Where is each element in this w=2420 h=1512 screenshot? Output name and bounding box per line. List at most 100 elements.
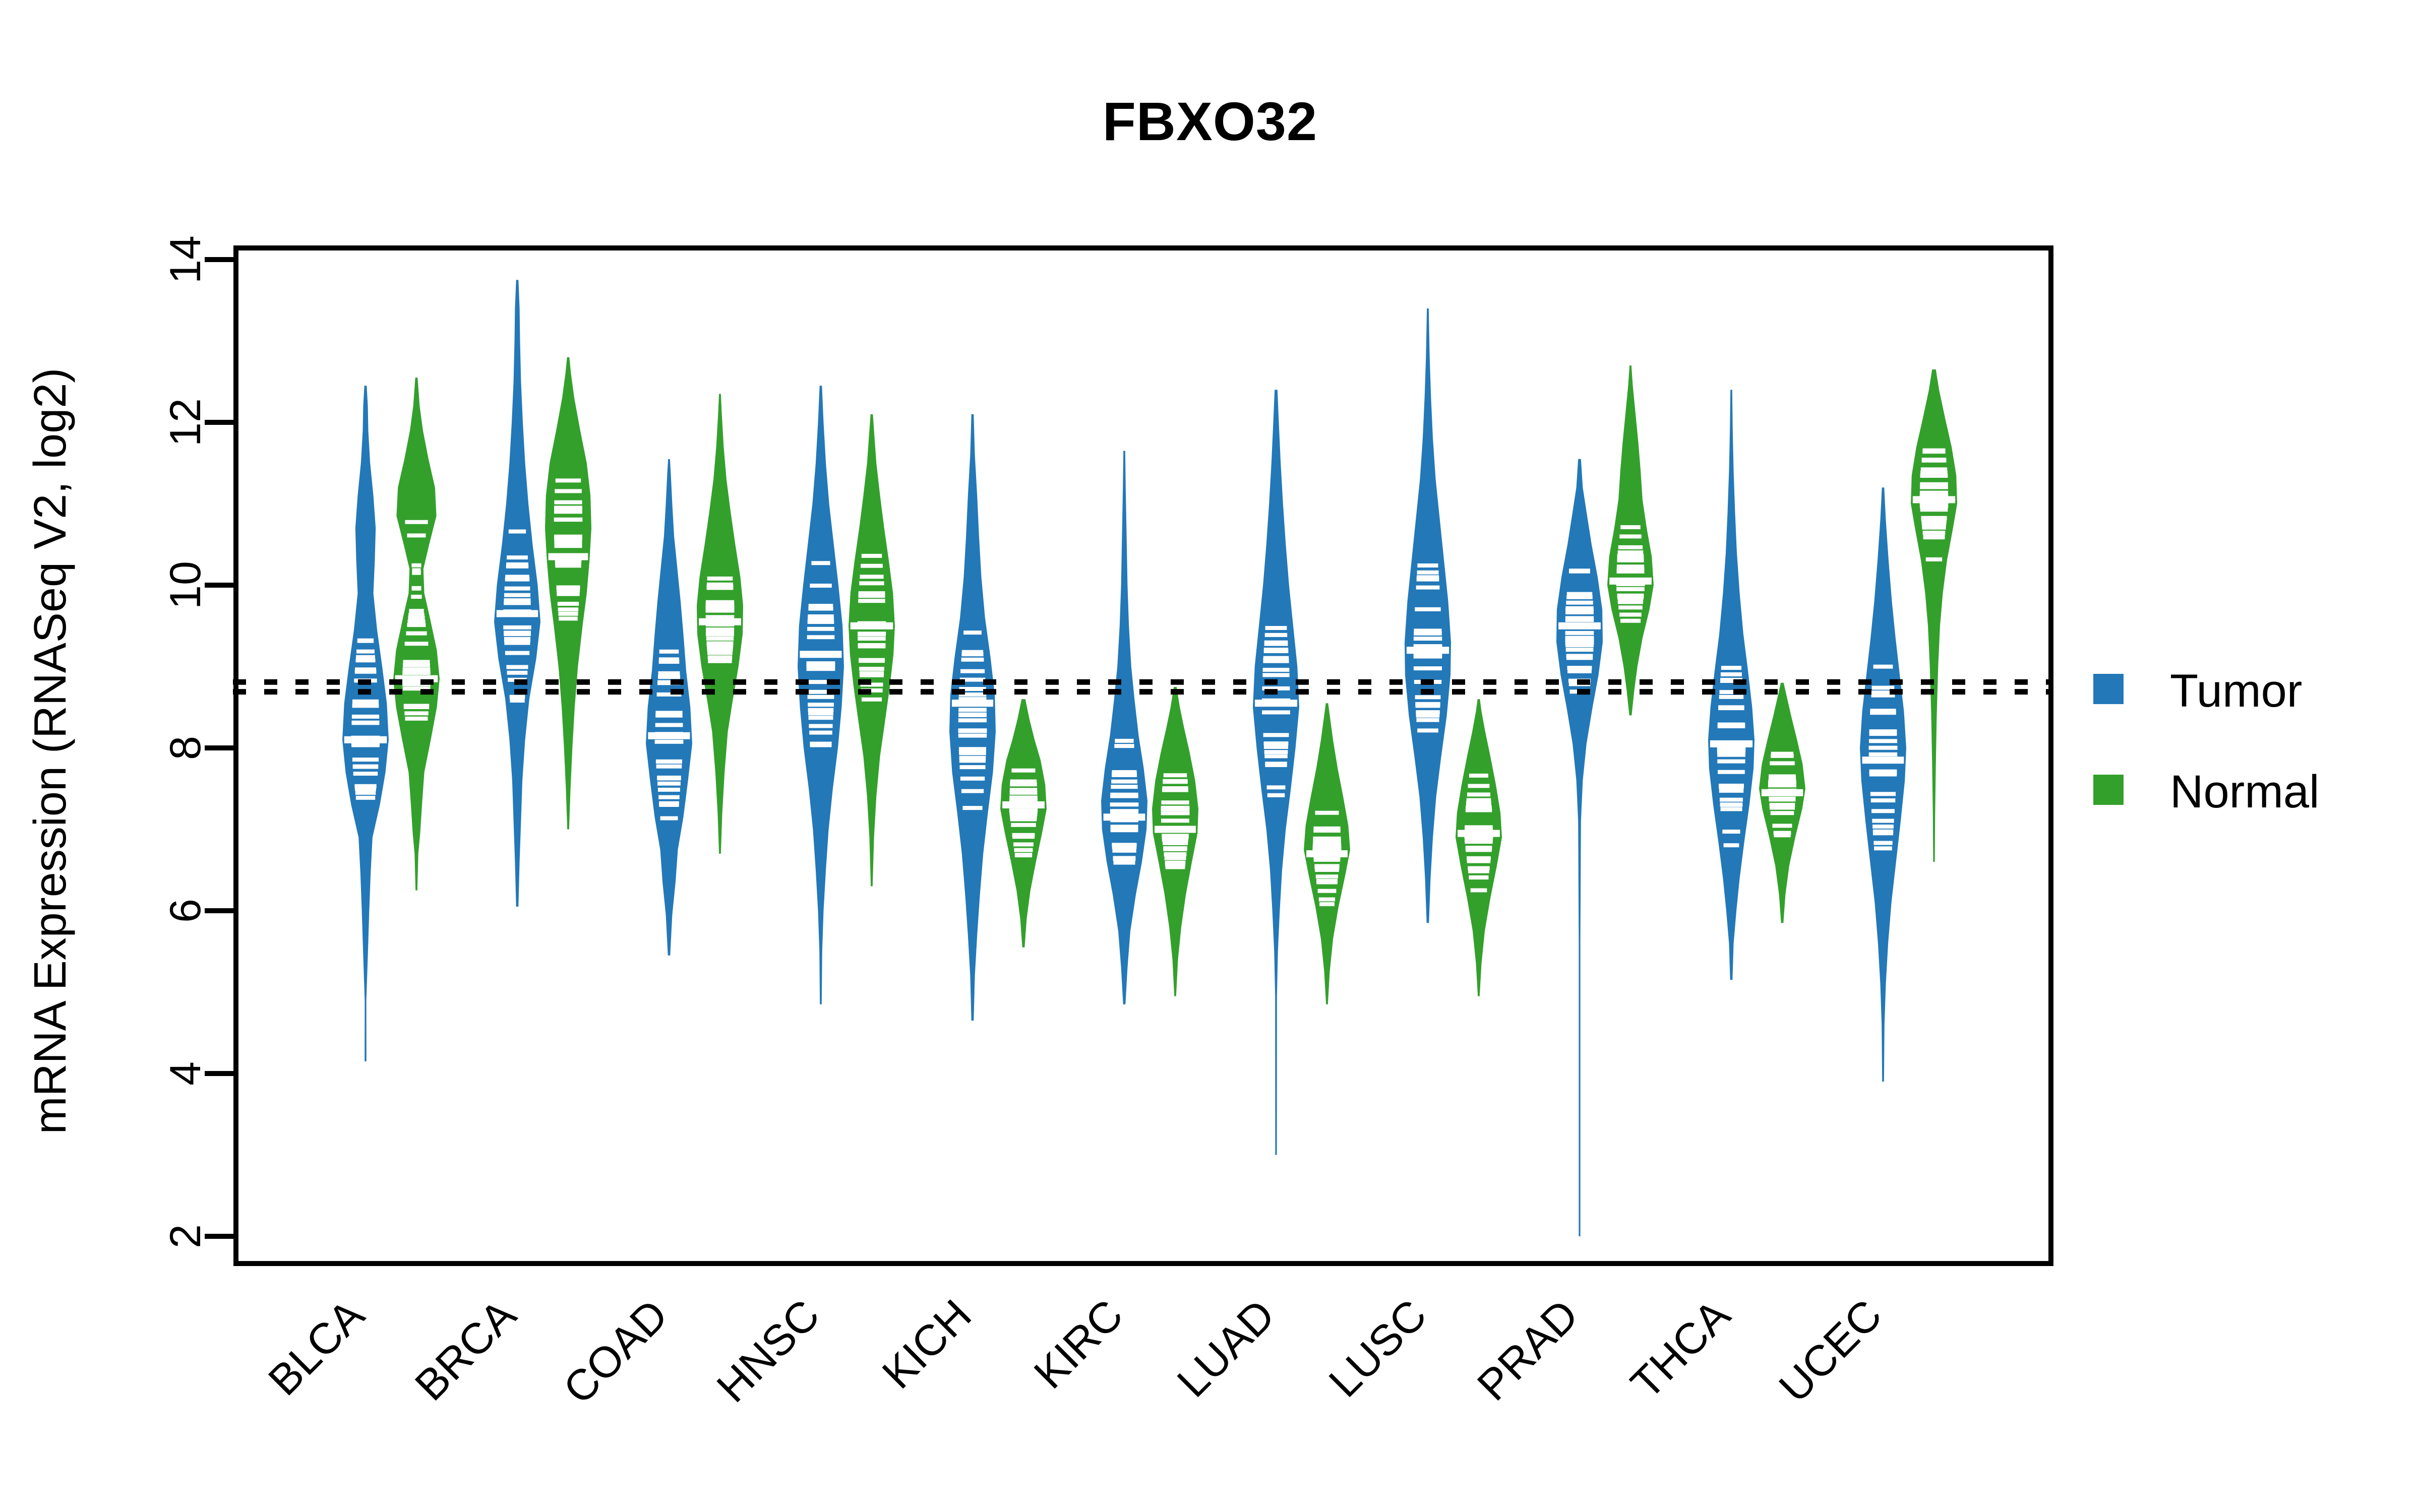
observation-strip	[1110, 828, 1138, 833]
legend-swatch-normal	[2093, 775, 2124, 805]
y-tick-label: 12	[161, 398, 210, 447]
observation-strip	[958, 733, 987, 738]
violin-luad-tumor	[1253, 390, 1299, 1155]
observation-strip	[1010, 815, 1037, 820]
observation-strip	[402, 671, 431, 675]
observation-strip	[658, 660, 680, 664]
observation-strip	[655, 723, 683, 727]
median-marker-luad	[1255, 700, 1297, 707]
violin-plot: 14 12 10 8 6 4 2 BLCA BRCA COAD HNSC KICH KIRC LUAD L…	[161, 235, 2319, 1413]
observation-strip	[352, 758, 379, 762]
observation-strip	[1618, 605, 1643, 610]
observation-strip	[1566, 600, 1593, 605]
observation-strip	[807, 626, 834, 631]
observation-strip	[351, 714, 380, 719]
observation-strip	[403, 660, 430, 664]
observation-strip	[707, 647, 733, 652]
observation-strip	[1417, 563, 1438, 568]
observation-strip	[958, 712, 987, 717]
observation-strip	[1009, 788, 1038, 792]
observation-strip	[658, 671, 680, 675]
observation-strip	[404, 642, 429, 646]
observation-strip	[806, 663, 835, 668]
violin-ucec-normal	[1911, 369, 1957, 862]
observation-strip	[1873, 841, 1893, 845]
observation-strip	[858, 592, 885, 596]
median-marker-thca	[1710, 740, 1753, 747]
observation-strip	[1871, 809, 1895, 813]
observation-strip	[1013, 842, 1034, 847]
observation-strip	[1265, 626, 1287, 630]
violin-kich-tumor	[949, 414, 996, 1021]
observation-strip	[1413, 654, 1442, 659]
observation-strip	[505, 651, 530, 655]
observation-strip	[1262, 668, 1290, 672]
observation-strip	[1769, 774, 1796, 779]
observation-strip	[559, 616, 578, 621]
observation-strip	[1569, 569, 1590, 573]
observation-strip	[1617, 564, 1645, 569]
observation-strip	[1416, 585, 1440, 590]
observation-strip	[555, 489, 582, 493]
observation-strip	[355, 791, 376, 795]
observation-strip	[1266, 785, 1286, 790]
observation-strip	[1264, 633, 1288, 637]
observation-strip	[1415, 607, 1441, 611]
y-axis-ticks: 14 12 10 8 6 4 2	[161, 235, 236, 1248]
observation-strip	[1719, 695, 1744, 699]
observation-strip	[1869, 739, 1897, 743]
observation-strip	[556, 585, 580, 590]
observation-strip	[658, 675, 680, 679]
observation-strip	[1768, 780, 1796, 785]
observation-strip	[858, 599, 885, 603]
observation-strip	[1317, 889, 1337, 893]
observation-strip	[1717, 724, 1745, 728]
observation-strip	[1263, 733, 1289, 737]
observation-strip	[1263, 741, 1289, 746]
observation-strip	[706, 643, 734, 647]
observation-strip	[1162, 786, 1188, 790]
observation-strip	[1465, 846, 1492, 851]
observation-strip	[808, 708, 834, 712]
observation-strip	[509, 695, 525, 699]
observation-strip	[1565, 610, 1594, 614]
observation-strip	[1264, 750, 1288, 754]
observation-strip	[1110, 792, 1138, 797]
observation-strip	[655, 759, 682, 764]
observation-strip	[353, 772, 378, 776]
observation-strip	[555, 563, 581, 568]
chart-canvas: FBXO32 mRNA Expression (RNASeq V2, log2)…	[0, 0, 2420, 1512]
observation-strip	[1264, 642, 1288, 646]
observation-strip	[861, 697, 882, 702]
legend[interactable]: Tumor Normal	[2093, 665, 2319, 817]
observation-strip	[357, 639, 374, 643]
observation-strip	[1769, 803, 1795, 808]
observation-strip	[1720, 802, 1743, 807]
observation-strip	[1565, 641, 1594, 645]
observation-strip	[1112, 845, 1137, 849]
legend-label-normal: Normal	[2170, 766, 2319, 817]
observation-strip	[508, 529, 526, 534]
observation-strip	[558, 611, 578, 616]
median-marker-lusc	[1406, 647, 1449, 654]
observation-strip	[1413, 666, 1442, 671]
observation-strip	[1465, 825, 1493, 830]
observation-strip	[354, 784, 377, 788]
observation-strip	[1011, 823, 1036, 827]
median-marker-coad	[699, 618, 741, 625]
observation-strip	[1717, 759, 1745, 764]
observation-strip	[557, 602, 579, 606]
observation-strip	[1111, 785, 1138, 789]
median-marker-lusc	[1458, 830, 1500, 837]
observation-strip	[1417, 728, 1438, 733]
observation-strip	[412, 571, 421, 575]
observation-strip	[355, 658, 376, 663]
violin-thca-tumor	[1708, 390, 1754, 980]
observation-strip	[1413, 637, 1442, 641]
observation-strip	[1110, 809, 1139, 813]
observation-strip	[859, 671, 884, 675]
observation-strip	[961, 657, 984, 662]
observation-strip	[1721, 666, 1742, 670]
observation-strip	[858, 637, 886, 641]
median-marker-coad	[648, 732, 690, 739]
